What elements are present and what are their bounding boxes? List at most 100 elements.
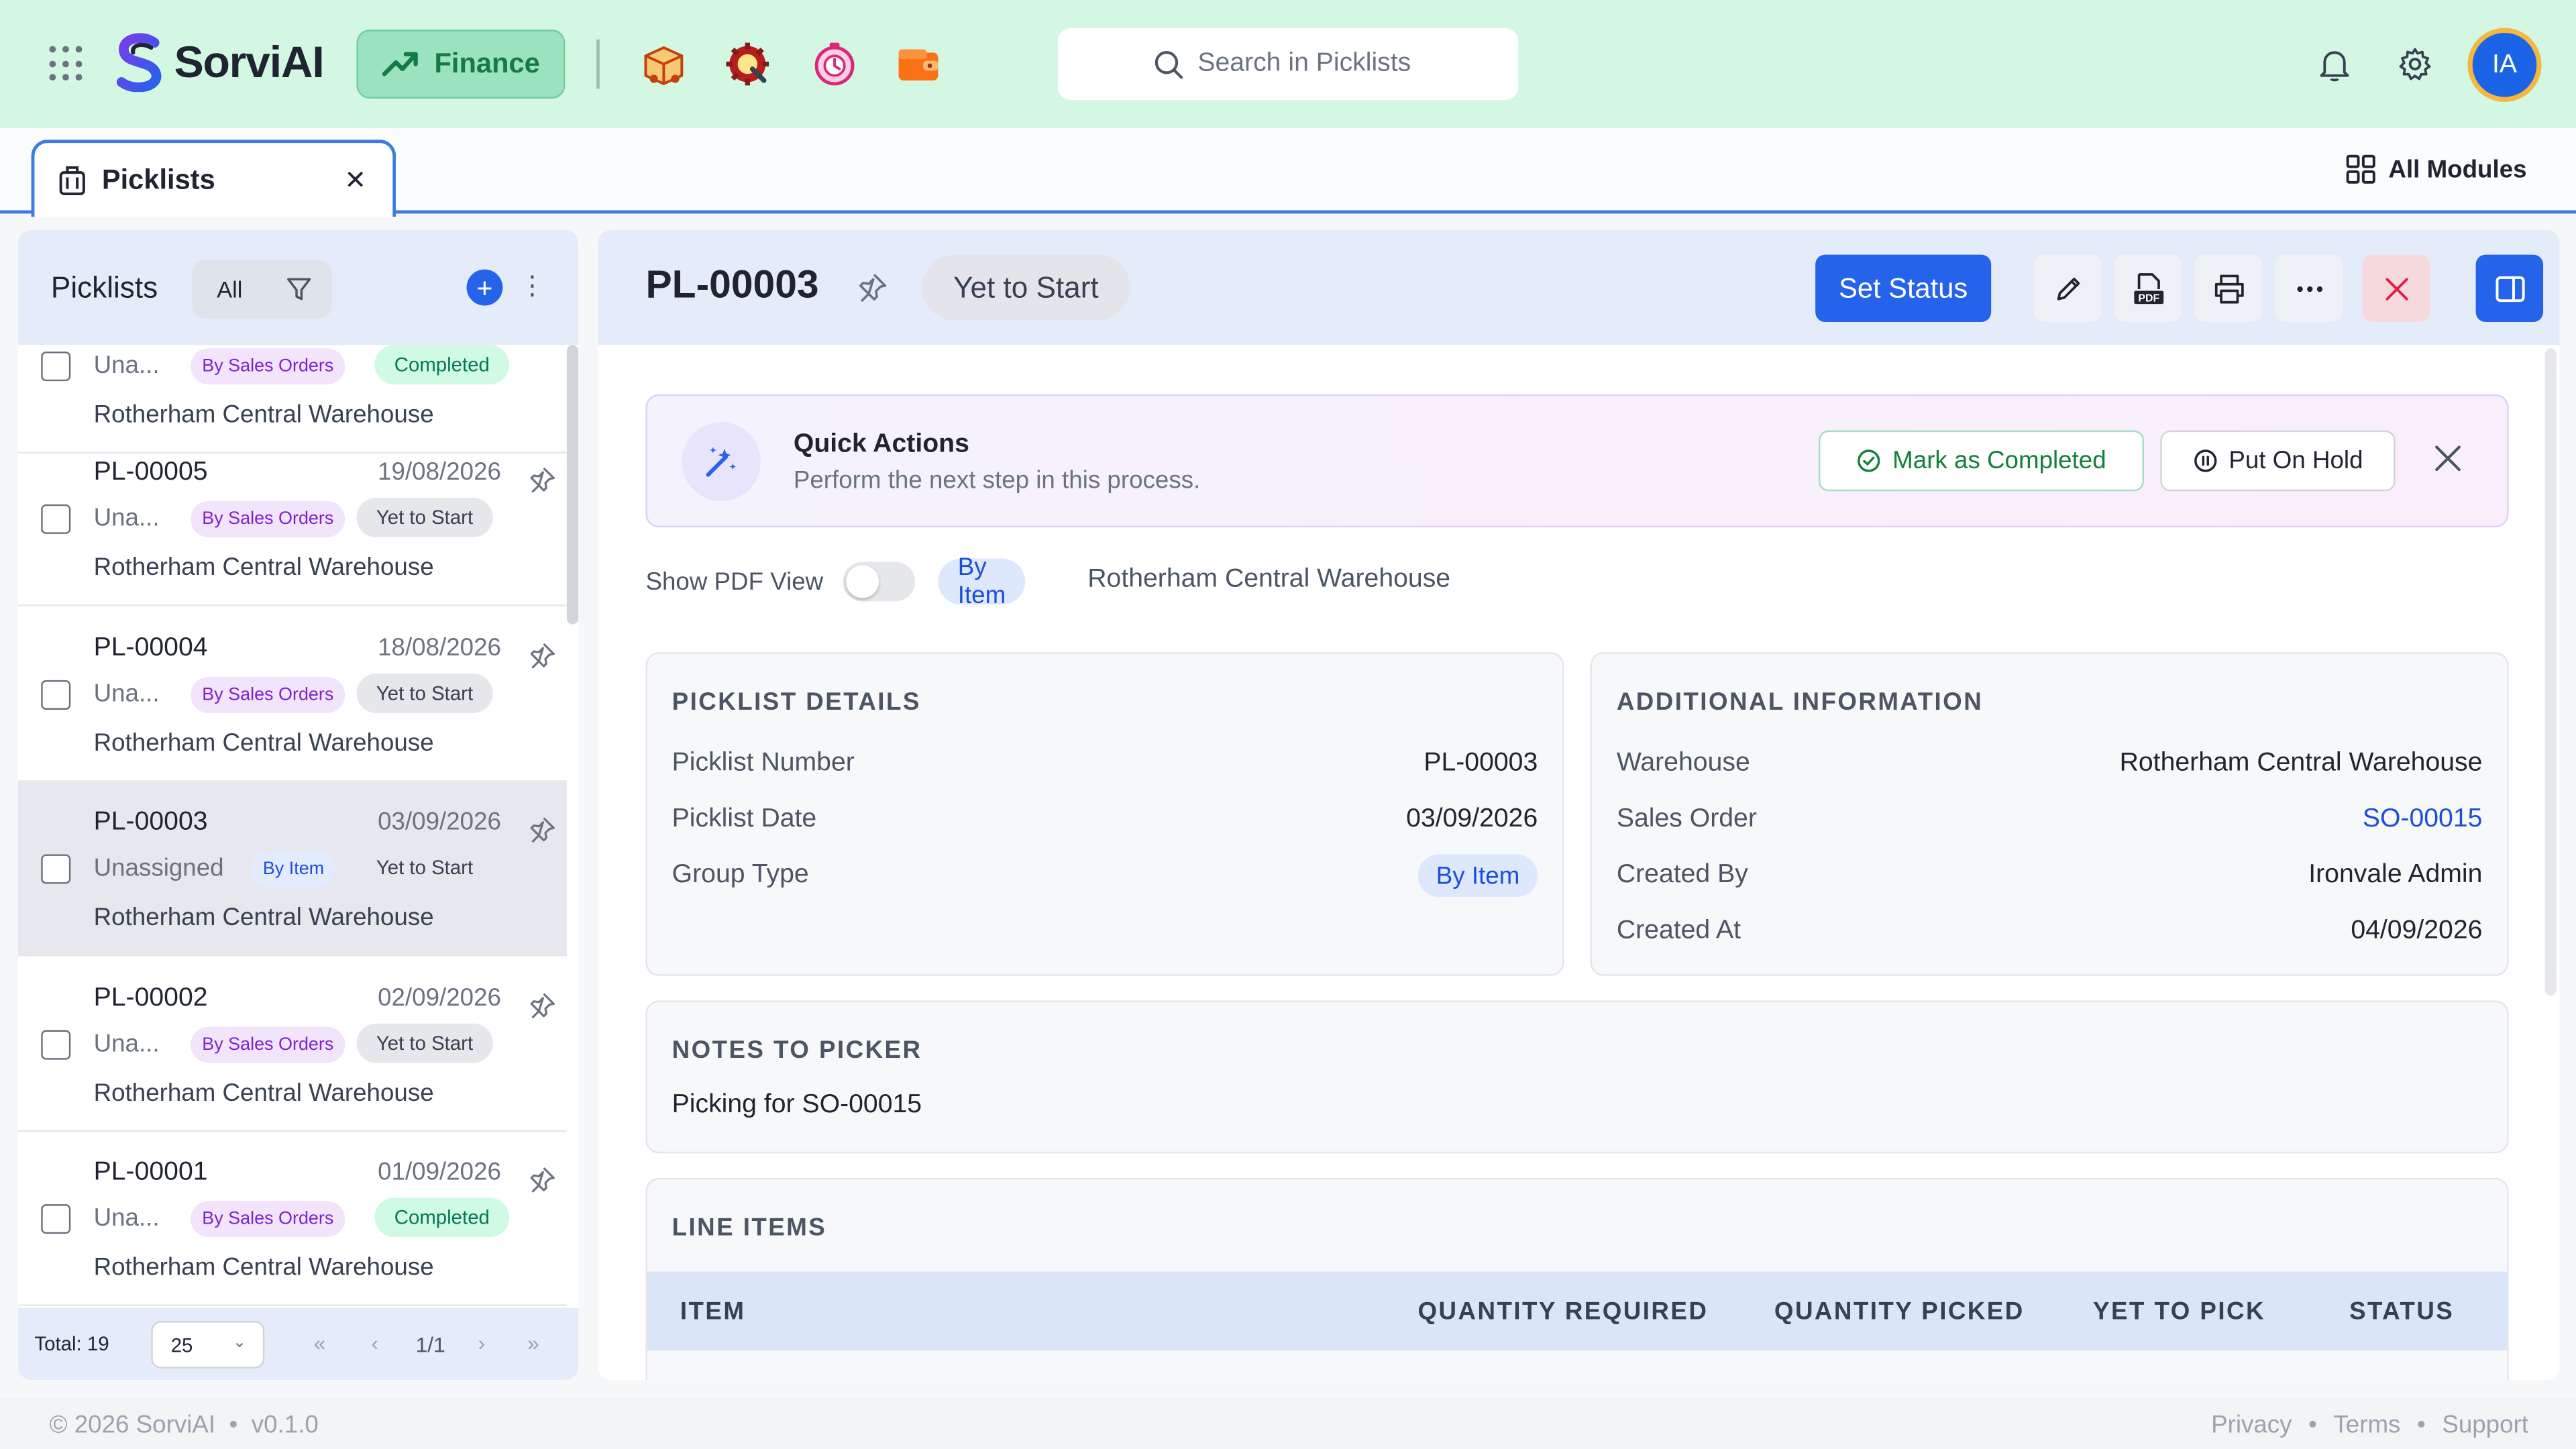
- list-item-assignee: Una...: [93, 1030, 160, 1059]
- pin-icon[interactable]: [856, 271, 889, 304]
- column-header-item[interactable]: ITEM: [680, 1298, 746, 1326]
- column-header-status[interactable]: STATUS: [2349, 1298, 2454, 1326]
- tab-bar: Picklists ✕ All Modules: [0, 128, 2576, 217]
- more-vertical-icon[interactable]: ⋮: [519, 270, 545, 303]
- sales-order-link[interactable]: SO-00015: [2363, 805, 2483, 835]
- module-finance-button[interactable]: Finance: [356, 30, 566, 99]
- search-input[interactable]: Search in Picklists: [1058, 28, 1518, 101]
- list-item-warehouse: Rotherham Central Warehouse: [93, 729, 434, 757]
- line-items-table-header: ITEM QUANTITY REQUIRED QUANTITY PICKED Y…: [647, 1271, 2508, 1351]
- brand-logo[interactable]: SorviAI: [112, 33, 325, 93]
- chevron-down-icon: ⌄: [232, 1334, 247, 1352]
- pdf-button[interactable]: PDF: [2114, 254, 2182, 323]
- list-item-selected[interactable]: PL-00003 03/09/2026 Unassigned By Item Y…: [17, 782, 567, 957]
- additional-info-heading: ADDITIONAL INFORMATION: [1616, 688, 1984, 716]
- prev-page-icon[interactable]: ‹: [371, 1331, 378, 1356]
- settings-app-icon[interactable]: [723, 40, 772, 89]
- tab-picklists[interactable]: Picklists ✕: [31, 140, 396, 217]
- support-link[interactable]: Support: [2442, 1411, 2528, 1440]
- put-on-hold-label: Put On Hold: [2229, 447, 2363, 475]
- bell-icon[interactable]: [2316, 46, 2353, 83]
- print-button[interactable]: [2194, 254, 2263, 323]
- pin-icon[interactable]: [527, 465, 557, 494]
- close-record-button[interactable]: [2362, 254, 2430, 323]
- list-item-id: PL-00003: [93, 808, 208, 837]
- privacy-link[interactable]: Privacy: [2211, 1411, 2292, 1440]
- column-header-qty-picked[interactable]: QUANTITY PICKED: [1774, 1298, 2025, 1326]
- toggle-sidebar-button[interactable]: [2475, 254, 2544, 323]
- info-row-sales-order: Sales Order SO-00015: [1617, 805, 2483, 838]
- next-page-icon[interactable]: ›: [478, 1331, 486, 1356]
- timer-app-icon[interactable]: [810, 40, 859, 89]
- more-actions-button[interactable]: [2275, 254, 2343, 323]
- column-header-qty-required[interactable]: QUANTITY REQUIRED: [1417, 1298, 1708, 1326]
- mark-completed-button[interactable]: Mark as Completed: [1819, 430, 2144, 492]
- additional-info-card: ADDITIONAL INFORMATION Warehouse Rotherh…: [1590, 652, 2509, 976]
- close-tab-icon[interactable]: ✕: [344, 164, 366, 197]
- field-label: Warehouse: [1616, 749, 1750, 777]
- gear-icon[interactable]: [2397, 46, 2433, 83]
- wallet-app-icon[interactable]: [894, 40, 943, 89]
- field-label: Sales Order: [1616, 805, 1757, 833]
- list-panel-title: Picklists: [50, 271, 158, 305]
- pin-icon[interactable]: [527, 1165, 557, 1194]
- row-checkbox[interactable]: [41, 680, 71, 710]
- dismiss-quick-actions-icon[interactable]: [2434, 445, 2461, 472]
- last-page-icon[interactable]: »: [527, 1331, 539, 1356]
- list-item-group-badge: By Item: [251, 851, 336, 888]
- list-item[interactable]: PL-00005 19/08/2026 Una... By Sales Orde…: [17, 432, 567, 606]
- picklist-detail-panel: PL-00003 Yet to Start Set Status PDF Qui…: [598, 229, 2560, 1381]
- list-item-status-badge: Yet to Start: [356, 1023, 493, 1063]
- row-checkbox[interactable]: [41, 1030, 71, 1060]
- list-item-group-badge: By Sales Orders: [191, 1201, 345, 1238]
- list-item-warehouse: Rotherham Central Warehouse: [93, 1253, 434, 1282]
- column-header-yet-to-pick[interactable]: YET TO PICK: [2093, 1298, 2265, 1326]
- filter-dropdown[interactable]: All: [192, 259, 332, 319]
- set-status-button[interactable]: Set Status: [1815, 254, 1992, 323]
- row-checkbox[interactable]: [41, 504, 71, 534]
- list-panel-header: Picklists All + ⋮: [17, 229, 579, 345]
- row-checkbox[interactable]: [41, 854, 71, 884]
- header-divider: [596, 39, 600, 89]
- total-label: Total:: [34, 1332, 82, 1356]
- list-scrollbar[interactable]: [566, 345, 579, 625]
- pin-icon[interactable]: [527, 991, 557, 1020]
- list-item[interactable]: PL-00004 18/08/2026 Una... By Sales Orde…: [17, 608, 567, 782]
- put-on-hold-button[interactable]: Put On Hold: [2160, 430, 2396, 492]
- copyright-text: © 2026 SorviAI: [49, 1411, 216, 1440]
- top-header: SorviAI Finance Search in Picklists IA: [0, 0, 2576, 129]
- list-item-date: 18/08/2026: [378, 634, 501, 662]
- quick-actions-subtitle: Perform the next step in this process.: [793, 466, 1201, 495]
- total-value: 19: [87, 1332, 109, 1356]
- edit-button[interactable]: [2033, 254, 2102, 323]
- terms-link[interactable]: Terms: [2333, 1411, 2400, 1440]
- list-item-id: PL-00005: [93, 458, 208, 486]
- app-launcher-icon[interactable]: [49, 46, 85, 83]
- list-item[interactable]: PL-00001 01/09/2026 Una... By Sales Orde…: [17, 1132, 567, 1306]
- footer-dot: •: [2308, 1411, 2317, 1440]
- picklist-details-card: PICKLIST DETAILS Picklist Number PL-0000…: [645, 652, 1564, 976]
- inventory-app-icon[interactable]: [639, 40, 688, 89]
- pin-icon[interactable]: [527, 815, 557, 845]
- list-item-status-badge: Completed: [374, 345, 510, 385]
- pin-icon[interactable]: [527, 641, 557, 670]
- pause-circle-icon: [2194, 449, 2216, 472]
- picklist-details-heading: PICKLIST DETAILS: [672, 688, 921, 716]
- page-size-select[interactable]: 25 ⌄: [151, 1320, 265, 1369]
- pdf-view-toggle[interactable]: [843, 561, 916, 602]
- info-row-created-by: Created By Ironvale Admin: [1617, 861, 2483, 894]
- detail-scrollbar[interactable]: [2544, 348, 2557, 996]
- list-item[interactable]: PL-00002 02/09/2026 Una... By Sales Orde…: [17, 958, 567, 1132]
- list-item-warehouse: Rotherham Central Warehouse: [93, 400, 434, 429]
- page-size-value: 25: [170, 1333, 193, 1356]
- brand-name: SorviAI: [174, 37, 325, 87]
- info-row-created-at: Created At 04/09/2026: [1617, 917, 2483, 950]
- first-page-icon[interactable]: «: [314, 1331, 326, 1356]
- add-picklist-button[interactable]: +: [466, 269, 503, 306]
- user-avatar[interactable]: IA: [2467, 28, 2542, 102]
- all-modules-button[interactable]: All Modules: [2346, 154, 2527, 184]
- row-checkbox[interactable]: [41, 352, 71, 382]
- row-checkbox[interactable]: [41, 1204, 71, 1234]
- field-value: Rotherham Central Warehouse: [2119, 749, 2483, 777]
- module-finance-label: Finance: [434, 48, 540, 79]
